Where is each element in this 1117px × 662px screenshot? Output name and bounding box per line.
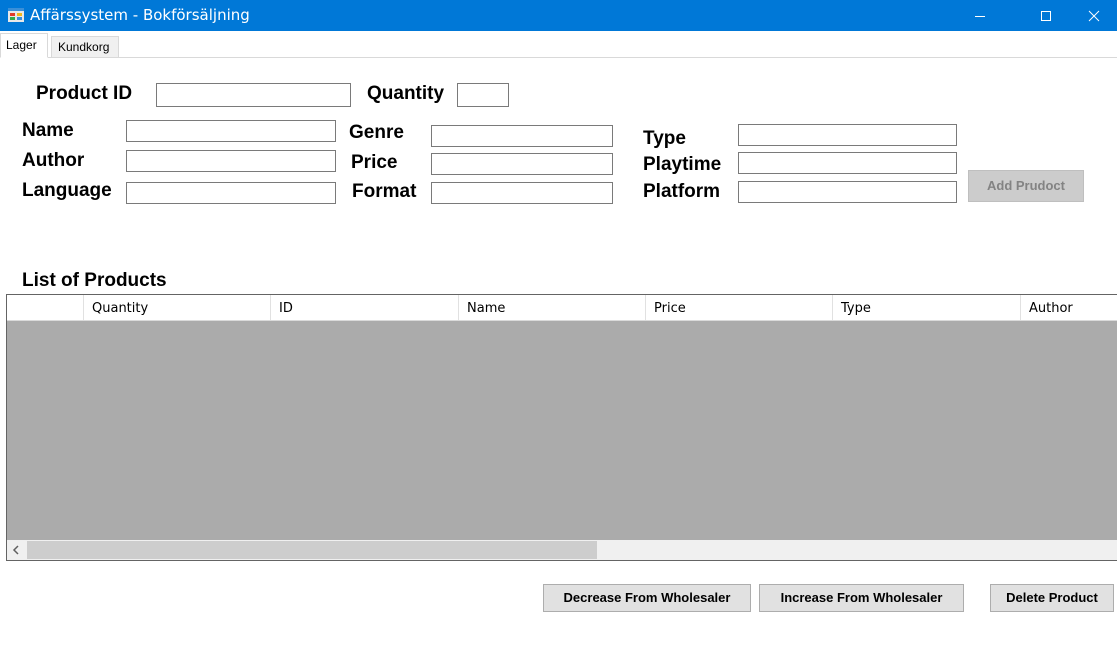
name-input[interactable]	[126, 120, 336, 142]
scroll-left-button[interactable]	[7, 540, 27, 560]
format-label: Format	[352, 181, 417, 202]
tab-lager[interactable]: Lager	[0, 33, 48, 58]
format-input[interactable]	[431, 182, 613, 204]
language-label: Language	[22, 180, 112, 201]
quantity-input[interactable]	[457, 83, 509, 107]
products-heading: List of Products	[22, 270, 167, 291]
quantity-label: Quantity	[367, 83, 445, 104]
playtime-label: Playtime	[643, 154, 722, 175]
genre-input[interactable]	[431, 125, 613, 147]
author-input[interactable]	[126, 150, 336, 172]
playtime-input[interactable]	[738, 152, 957, 174]
add-product-button[interactable]: Add Prudoct	[968, 170, 1084, 202]
scrollbar-thumb[interactable]	[27, 541, 597, 559]
platform-input[interactable]	[738, 181, 957, 203]
window-title: Affärssystem - Bokförsäljning	[30, 6, 250, 24]
minimize-icon	[975, 16, 985, 17]
column-header-author[interactable]: Author	[1021, 295, 1117, 320]
tab-divider	[0, 57, 1117, 58]
tab-strip	[0, 31, 1117, 58]
close-button[interactable]	[1071, 0, 1117, 31]
delete-product-button[interactable]: Delete Product	[990, 584, 1114, 612]
app-form-icon	[8, 8, 24, 22]
title-bar: Affärssystem - Bokförsäljning	[0, 0, 1117, 31]
maximize-button[interactable]	[1023, 0, 1069, 31]
language-input[interactable]	[126, 182, 336, 204]
tab-kundkorg[interactable]: Kundkorg	[51, 36, 119, 57]
minimize-button[interactable]	[957, 0, 1003, 31]
product-id-input[interactable]	[156, 83, 351, 107]
column-header-id[interactable]: ID	[271, 295, 459, 320]
platform-label: Platform	[643, 181, 721, 202]
column-header-type[interactable]: Type	[833, 295, 1021, 320]
column-header-quantity[interactable]: Quantity	[84, 295, 271, 320]
author-label: Author	[22, 150, 85, 171]
decrease-from-wholesaler-button[interactable]: Decrease From Wholesaler	[543, 584, 751, 612]
name-label: Name	[22, 120, 74, 141]
product-id-label: Product ID	[36, 83, 133, 104]
products-grid[interactable]: Quantity ID Name Price Type Author	[6, 294, 1117, 561]
horizontal-scrollbar[interactable]	[7, 540, 1117, 560]
genre-label: Genre	[349, 122, 404, 143]
type-label: Type	[643, 128, 686, 149]
increase-from-wholesaler-button[interactable]: Increase From Wholesaler	[759, 584, 964, 612]
maximize-icon	[1041, 11, 1051, 21]
column-header-price[interactable]: Price	[646, 295, 833, 320]
chevron-left-icon	[12, 545, 19, 555]
price-label: Price	[351, 152, 398, 173]
column-header-name[interactable]: Name	[459, 295, 646, 320]
type-input[interactable]	[738, 124, 957, 146]
price-input[interactable]	[431, 153, 613, 175]
grid-header: Quantity ID Name Price Type Author	[7, 295, 1117, 321]
close-icon	[1088, 10, 1100, 22]
row-header-column	[7, 295, 84, 320]
